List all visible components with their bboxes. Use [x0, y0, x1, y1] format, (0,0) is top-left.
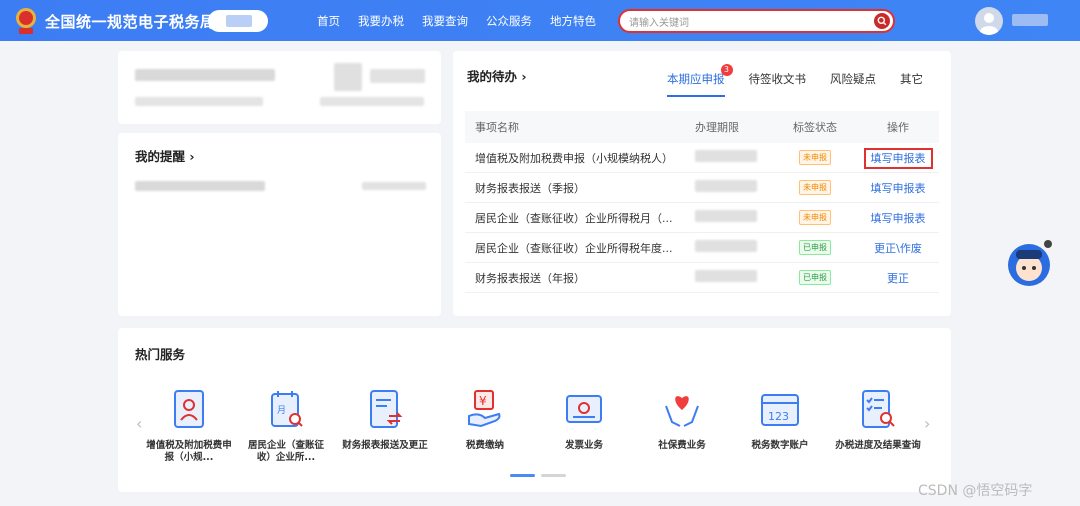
svg-text:¥: ¥: [479, 394, 487, 408]
service-label: 财务报表报送及更正: [342, 440, 428, 451]
user-avatar[interactable]: [975, 7, 1003, 35]
service-vat-declaration[interactable]: 增值税及附加税费申报（小规...: [144, 388, 234, 464]
carousel-dot[interactable]: [541, 474, 566, 477]
region-selector[interactable]: [208, 10, 268, 32]
tab-other[interactable]: 其它: [900, 71, 923, 97]
yuan-hand-icon: ¥: [468, 390, 501, 428]
deadline-blurred: [695, 240, 773, 255]
service-label: 社保费业务: [658, 440, 706, 451]
heart-hands-icon: [665, 396, 699, 427]
document-exchange-icon: [370, 390, 403, 428]
document-person-icon: [174, 390, 204, 428]
todo-table: 事项名称 办理期限 标签状态 操作 增值税及附加税费申报（小规模纳税人） 未申报…: [465, 111, 939, 293]
item-name: 增值税及附加税费申报（小规模纳税人）: [475, 151, 673, 165]
service-label: 办税进度及结果查询: [835, 440, 921, 451]
count-badge: 3: [720, 64, 733, 76]
hot-services-title: 热门服务: [135, 347, 186, 362]
search-placeholder: 请输入关键词: [629, 18, 689, 29]
status-badge: 已申报: [799, 240, 831, 255]
reminders-title[interactable]: 我的提醒 ›: [135, 146, 195, 165]
table-row: 增值税及附加税费申报（小规模纳税人） 未申报 填写申报表: [465, 143, 939, 173]
item-name: 居民企业（查账征收）企业所得税年度...: [475, 241, 673, 255]
nav-query[interactable]: 我要查询: [422, 13, 468, 29]
invoice-icon: [566, 395, 602, 423]
service-social-security[interactable]: 社保费业务: [637, 388, 727, 452]
service-label: 税务数字账户: [751, 440, 809, 451]
service-tax-payment[interactable]: ¥ 税费缴纳: [440, 388, 530, 452]
deadline-blurred: [695, 210, 773, 225]
todo-title[interactable]: 我的待办 ›: [467, 66, 527, 85]
search-input[interactable]: 请输入关键词: [618, 9, 895, 33]
carousel-dot-active[interactable]: [510, 474, 535, 477]
reminders-card: 我的提醒 ›: [118, 133, 441, 316]
service-label: 增值税及附加税费申报（小规...: [146, 440, 232, 463]
main-nav: 首页 我要办税 我要查询 公众服务 地方特色: [317, 13, 614, 29]
nav-public-service[interactable]: 公众服务: [486, 13, 532, 29]
service-label: 税费缴纳: [465, 440, 504, 451]
checklist-search-icon: [862, 390, 895, 428]
service-label: 发票业务: [564, 440, 603, 451]
deadline-blurred: [695, 150, 773, 165]
watermark: CSDN @悟空码字: [918, 483, 1033, 499]
nav-home[interactable]: 首页: [317, 13, 340, 29]
service-digital-account[interactable]: 123 税务数字账户: [735, 388, 825, 452]
site-title[interactable]: 全国统一规范电子税务局: [45, 11, 216, 32]
svg-text:月: 月: [277, 405, 286, 416]
todo-card: 我的待办 › 本期应申报 3 待签收文书 风险疑点 其它 事项名称 办理期限 标…: [453, 51, 951, 316]
item-name: 财务报表报送（年报）: [475, 271, 585, 285]
tab-pending-documents[interactable]: 待签收文书: [749, 71, 807, 97]
col-status: 标签状态: [793, 121, 837, 134]
tab-risk-issues[interactable]: 风险疑点: [830, 71, 876, 97]
status-badge: 已申报: [799, 270, 831, 285]
service-label: 居民企业（查账征收）企业所...: [247, 440, 324, 463]
tax-assistant-mascot-icon[interactable]: [1006, 238, 1052, 288]
todo-tabs: 本期应申报 3 待签收文书 风险疑点 其它: [667, 64, 947, 97]
item-name: 财务报表报送（季报）: [475, 181, 585, 195]
fill-declaration-link[interactable]: 填写申报表: [871, 182, 926, 195]
correct-void-link[interactable]: 更正\作废: [874, 242, 922, 255]
service-financial-report[interactable]: 财务报表报送及更正: [340, 388, 430, 452]
search-button[interactable]: [874, 13, 890, 29]
calendar-search-icon: 月: [271, 391, 303, 427]
fill-declaration-link[interactable]: 填写申报表: [871, 212, 926, 225]
user-icon: [980, 13, 998, 35]
tab-label: 本期应申报: [667, 72, 725, 86]
carousel-prev-button[interactable]: ‹: [136, 414, 142, 433]
status-badge: 未申报: [799, 150, 831, 165]
col-item-name: 事项名称: [475, 121, 519, 134]
service-progress-query[interactable]: 办税进度及结果查询: [833, 388, 923, 452]
deadline-blurred: [695, 270, 773, 285]
status-badge: 未申报: [799, 210, 831, 225]
top-header: 全国统一规范电子税务局 首页 我要办税 我要查询 公众服务 地方特色 请输入关键…: [0, 0, 1080, 41]
carousel-indicator: [510, 474, 566, 477]
nav-local-feature[interactable]: 地方特色: [550, 13, 596, 29]
table-header: 事项名称 办理期限 标签状态 操作: [465, 111, 939, 143]
search-icon: [877, 16, 887, 26]
carousel-next-button[interactable]: ›: [924, 414, 930, 433]
card-123-icon: 123: [761, 394, 799, 426]
col-deadline: 办理期限: [695, 121, 739, 134]
service-invoice[interactable]: 发票业务: [539, 388, 629, 452]
table-row: 居民企业（查账征收）企业所得税月（... 未申报 填写申报表: [465, 203, 939, 233]
col-action: 操作: [887, 121, 909, 134]
table-row: 财务报表报送（年报） 已申报 更正: [465, 263, 939, 293]
username-blurred[interactable]: [1012, 14, 1048, 26]
nav-tax-handling[interactable]: 我要办税: [358, 13, 404, 29]
status-badge: 未申报: [799, 180, 831, 195]
hot-services-card: 热门服务 ‹ › 增值税及附加税费申报（小规... 月 居民企业（查账征收）企业…: [118, 328, 951, 492]
tab-current-declaration[interactable]: 本期应申报 3: [667, 64, 733, 97]
correct-link[interactable]: 更正: [887, 272, 909, 285]
profile-card: [118, 51, 441, 124]
svg-text:123: 123: [768, 410, 789, 423]
table-row: 财务报表报送（季报） 未申报 填写申报表: [465, 173, 939, 203]
table-row: 居民企业（查账征收）企业所得税年度... 已申报 更正\作废: [465, 233, 939, 263]
deadline-blurred: [695, 180, 773, 195]
fill-declaration-link[interactable]: 填写申报表: [863, 147, 933, 169]
item-name: 居民企业（查账征收）企业所得税月（...: [475, 211, 673, 225]
national-emblem-icon: [16, 8, 36, 34]
service-income-tax[interactable]: 月 居民企业（查账征收）企业所...: [241, 388, 331, 464]
